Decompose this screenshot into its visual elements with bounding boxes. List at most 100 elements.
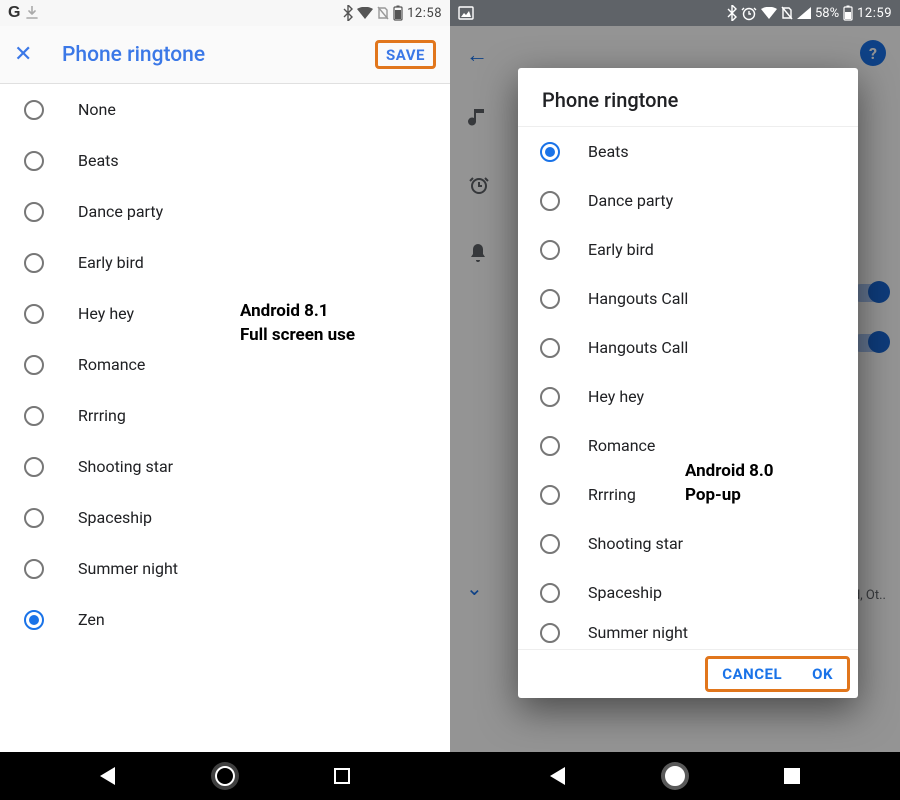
- no-sim-icon: [781, 6, 793, 20]
- ringtone-label: Spaceship: [588, 583, 662, 602]
- radio-icon[interactable]: [540, 142, 560, 162]
- ringtone-option[interactable]: None: [0, 84, 450, 135]
- radio-icon[interactable]: [540, 623, 560, 643]
- wifi-icon: [357, 7, 373, 19]
- wifi-icon: [761, 7, 777, 19]
- nav-recents-icon[interactable]: [334, 768, 350, 784]
- ringtone-label: Dance party: [78, 202, 163, 221]
- ringtone-option[interactable]: Rrrring: [0, 390, 450, 441]
- ringtone-label: Rrrring: [588, 485, 636, 504]
- ok-button[interactable]: OK: [812, 665, 833, 683]
- ringtone-option[interactable]: Summer night: [0, 543, 450, 594]
- ringtone-option[interactable]: Spaceship: [518, 568, 858, 617]
- annotation-right: Android 8.0Pop-up: [685, 460, 774, 508]
- no-sim-icon: [377, 6, 389, 20]
- close-icon[interactable]: ✕: [14, 42, 46, 67]
- ringtone-label: Hey hey: [588, 387, 644, 406]
- ringtone-option[interactable]: Hey hey: [518, 372, 858, 421]
- battery-icon: [843, 5, 853, 21]
- nav-recents-icon[interactable]: [784, 768, 800, 784]
- radio-icon[interactable]: [540, 534, 560, 554]
- nav-bar: [450, 752, 900, 800]
- ringtone-label: Summer night: [588, 623, 688, 642]
- radio-icon[interactable]: [24, 304, 44, 324]
- radio-icon[interactable]: [24, 508, 44, 528]
- ringtone-list[interactable]: None Beats Dance party Early bird Hey hey Rom…: [0, 84, 450, 752]
- ringtone-option[interactable]: Beats: [518, 127, 858, 176]
- annotation-left: Android 8.1Full screen use: [240, 300, 355, 348]
- ringtone-label: Hangouts Call: [588, 338, 688, 357]
- signal-icon: [797, 7, 811, 19]
- image-notif-icon: [458, 6, 474, 20]
- ringtone-option[interactable]: Zen: [0, 594, 450, 645]
- ringtone-option[interactable]: Spaceship: [0, 492, 450, 543]
- dialog-actions: CANCEL OK: [518, 649, 858, 698]
- ringtone-option[interactable]: Hey hey: [0, 288, 450, 339]
- dialog-ringtone-list[interactable]: Beats Dance party Early bird Hangouts Call H…: [518, 127, 858, 649]
- ringtone-option[interactable]: Early bird: [0, 237, 450, 288]
- radio-icon[interactable]: [540, 338, 560, 358]
- ringtone-label: Hangouts Call: [588, 289, 688, 308]
- ringtone-option[interactable]: Dance party: [0, 186, 450, 237]
- ringtone-option[interactable]: Summer night: [518, 617, 858, 649]
- ringtone-label: Romance: [78, 355, 145, 374]
- radio-icon[interactable]: [540, 191, 560, 211]
- ringtone-option[interactable]: Dance party: [518, 176, 858, 225]
- radio-icon[interactable]: [24, 457, 44, 477]
- radio-icon[interactable]: [24, 151, 44, 171]
- battery-icon: [393, 5, 403, 21]
- download-icon: [26, 6, 38, 20]
- alarm-icon: [741, 5, 757, 21]
- ringtone-option[interactable]: Shooting star: [0, 441, 450, 492]
- ringtone-option[interactable]: Beats: [0, 135, 450, 186]
- radio-icon[interactable]: [24, 355, 44, 375]
- radio-icon[interactable]: [24, 559, 44, 579]
- bluetooth-icon: [343, 5, 353, 21]
- ringtone-option[interactable]: Early bird: [518, 225, 858, 274]
- status-bar-right: 58% 12:59: [450, 0, 900, 26]
- ringtone-label: Romance: [588, 436, 655, 455]
- bluetooth-icon: [727, 5, 737, 21]
- cancel-button[interactable]: CANCEL: [722, 665, 782, 683]
- status-clock: 12:58: [407, 6, 442, 21]
- ringtone-label: Shooting star: [588, 534, 683, 553]
- actions-highlight-box: CANCEL OK: [705, 656, 850, 692]
- nav-home-icon[interactable]: [665, 766, 685, 786]
- app-bar: ✕ Phone ringtone SAVE: [0, 26, 450, 84]
- radio-icon[interactable]: [540, 436, 560, 456]
- ringtone-label: Hey hey: [78, 304, 134, 323]
- ringtone-option[interactable]: Hangouts Call: [518, 274, 858, 323]
- ringtone-option[interactable]: Hangouts Call: [518, 323, 858, 372]
- ringtone-option[interactable]: Shooting star: [518, 519, 858, 568]
- ringtone-label: Summer night: [78, 559, 178, 578]
- battery-pct: 58%: [815, 6, 839, 21]
- radio-icon[interactable]: [540, 485, 560, 505]
- ringtone-label: Beats: [78, 151, 119, 170]
- ringtone-label: Shooting star: [78, 457, 173, 476]
- dialog-title: Phone ringtone: [518, 68, 858, 127]
- page-title: Phone ringtone: [46, 43, 375, 67]
- nav-bar: [0, 752, 450, 800]
- nav-home-icon[interactable]: [215, 766, 235, 786]
- ringtone-label: Beats: [588, 142, 629, 161]
- radio-icon[interactable]: [24, 610, 44, 630]
- save-highlight-box: SAVE: [375, 40, 436, 69]
- save-button[interactable]: SAVE: [386, 46, 425, 64]
- ringtone-label: Early bird: [588, 240, 654, 259]
- radio-icon[interactable]: [540, 387, 560, 407]
- google-g-icon: G: [8, 4, 20, 22]
- radio-icon[interactable]: [540, 289, 560, 309]
- radio-icon[interactable]: [540, 583, 560, 603]
- ringtone-option[interactable]: Romance: [0, 339, 450, 390]
- radio-icon[interactable]: [24, 253, 44, 273]
- status-clock: 12:59: [857, 6, 892, 21]
- radio-icon[interactable]: [24, 100, 44, 120]
- nav-back-icon[interactable]: [550, 767, 565, 785]
- radio-icon[interactable]: [540, 240, 560, 260]
- nav-back-icon[interactable]: [100, 767, 115, 785]
- ringtone-label: Spaceship: [78, 508, 152, 527]
- radio-icon[interactable]: [24, 406, 44, 426]
- radio-icon[interactable]: [24, 202, 44, 222]
- ringtone-label: None: [78, 100, 116, 119]
- ringtone-label: Dance party: [588, 191, 673, 210]
